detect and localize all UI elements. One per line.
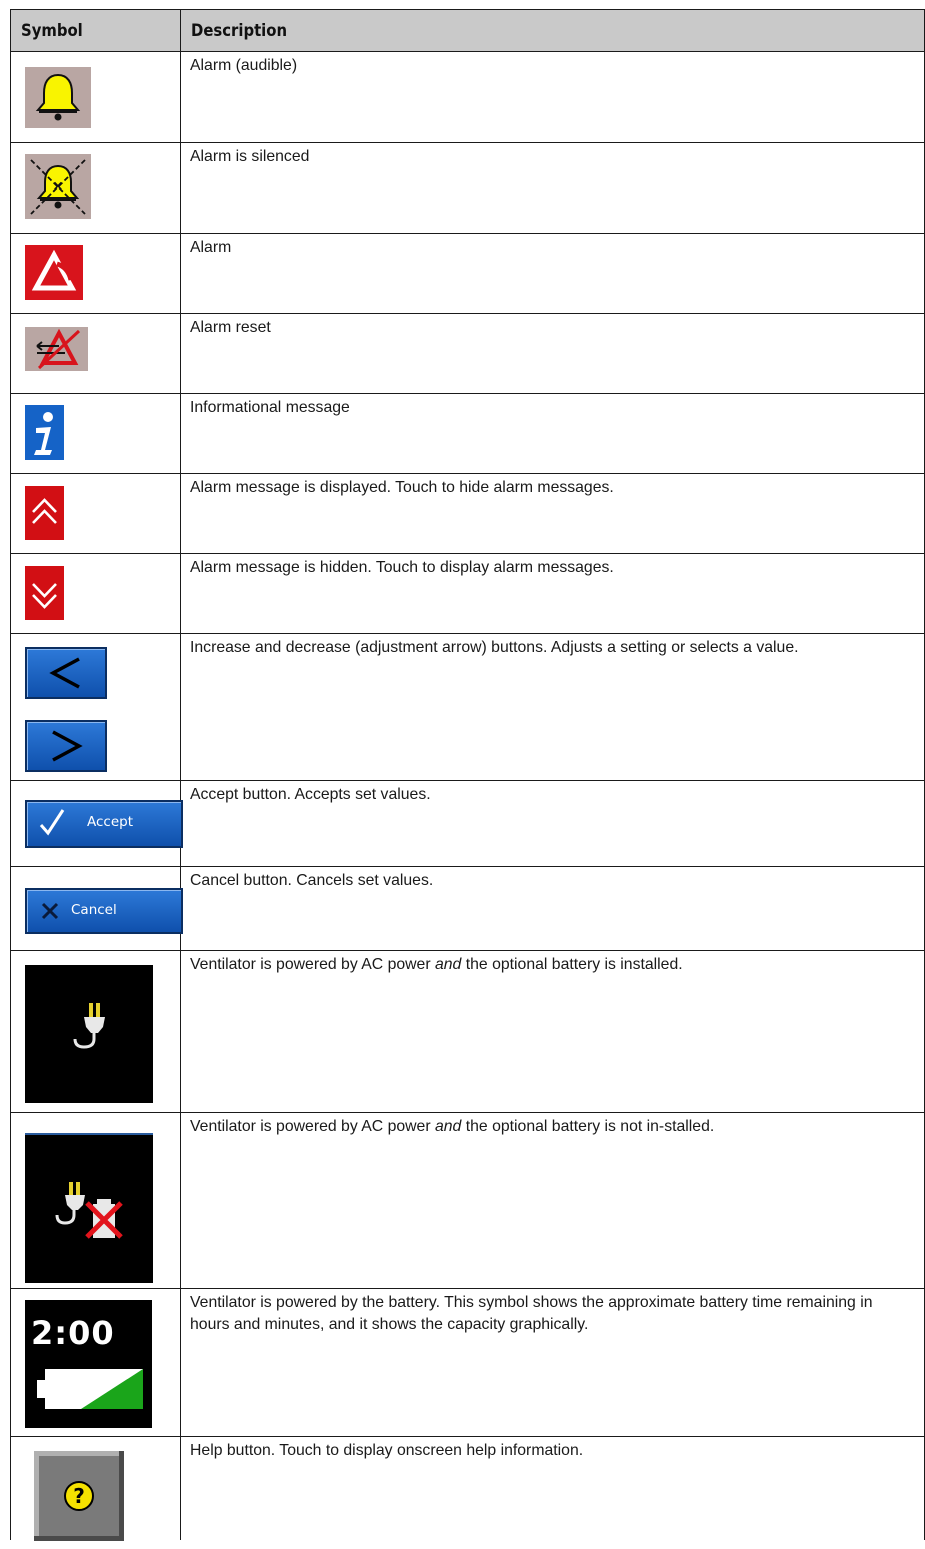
svg-text:?: ? <box>73 1484 85 1508</box>
help-icon: ? <box>34 1451 124 1541</box>
alarm-reset-icon <box>25 327 88 371</box>
svg-text:×: × <box>53 179 64 194</box>
table-header-row: Symbol Description <box>10 9 925 52</box>
chevron-double-down-icon <box>25 566 64 620</box>
header-description: Description <box>180 9 925 52</box>
description-cell: Informational message <box>180 393 925 474</box>
table-row: Alarm <box>10 233 925 314</box>
table-row: ? Help button. Touch to display onscreen… <box>10 1436 925 1541</box>
symbol-cell: ? <box>10 1436 181 1541</box>
symbol-cell: Accept <box>10 780 183 867</box>
description-cell: Increase and decrease (adjustment arrow)… <box>180 633 925 781</box>
table-row: 2:00 Ventilator is powered by the batter… <box>10 1288 925 1437</box>
table-row: Accept Accept button. Accepts set values… <box>10 780 925 867</box>
description-cell: Ventilator is powered by AC power and th… <box>180 1112 925 1289</box>
ac-power-icon <box>25 965 153 1103</box>
description-cell: Ventilator is powered by AC power and th… <box>180 950 925 1113</box>
cancel-button-label: Cancel <box>71 902 117 918</box>
decrease-arrow-button <box>25 647 107 699</box>
header-symbol: Symbol <box>10 9 181 52</box>
table-row: × Alarm is silenced <box>10 142 925 234</box>
table-row: Alarm (audible) <box>10 51 925 143</box>
bell-alarm-audible-icon <box>25 67 91 128</box>
symbol-cell <box>10 950 181 1113</box>
description-cell: Alarm is silenced <box>180 142 925 234</box>
chevron-double-up-icon <box>25 486 64 540</box>
table-row: Ventilator is powered by AC power and th… <box>10 950 925 1113</box>
symbol-cell <box>10 233 181 314</box>
symbol-cell <box>10 633 181 781</box>
symbol-cell <box>10 313 181 394</box>
description-cell: Alarm message is displayed. Touch to hid… <box>180 473 925 554</box>
table-row: Ventilator is powered by AC power and th… <box>10 1112 925 1289</box>
symbol-cell <box>10 393 181 474</box>
description-cell: Alarm message is hidden. Touch to displa… <box>180 553 925 634</box>
description-cell: Accept button. Accepts set values. <box>180 780 925 867</box>
symbol-cell: Cancel <box>10 866 183 951</box>
increase-arrow-button <box>25 720 107 772</box>
description-cell: Ventilator is powered by the battery. Th… <box>180 1288 925 1437</box>
table-row: Alarm message is displayed. Touch to hid… <box>10 473 925 554</box>
table-row: Cancel Cancel button. Cancels set values… <box>10 866 925 951</box>
symbol-cell <box>10 473 181 554</box>
accept-button-icon: Accept <box>25 800 183 848</box>
table-row: Increase and decrease (adjustment arrow)… <box>10 633 925 781</box>
symbol-cell: × <box>10 142 181 234</box>
table-row: Informational message <box>10 393 925 474</box>
accept-button-label: Accept <box>87 814 134 830</box>
alarm-triangle-icon <box>25 245 83 300</box>
ac-power-no-battery-icon <box>25 1133 153 1283</box>
bell-alarm-silenced-icon: × <box>25 154 91 219</box>
symbol-cell <box>10 553 181 634</box>
cancel-button-icon: Cancel <box>25 888 183 934</box>
description-cell: Help button. Touch to display onscreen h… <box>180 1436 925 1540</box>
description-cell: Alarm reset <box>180 313 925 394</box>
description-cell: Alarm (audible) <box>180 51 925 143</box>
symbol-cell <box>10 1112 181 1289</box>
description-cell: Alarm <box>180 233 925 314</box>
symbol-cell: 2:00 <box>10 1288 181 1437</box>
table-row: Alarm message is hidden. Touch to displa… <box>10 553 925 634</box>
battery-power-icon: 2:00 <box>25 1300 152 1428</box>
adjustment-arrows-icon <box>11 634 181 781</box>
symbol-table: Symbol Description Alarm (audible) × Ala… <box>10 9 925 1541</box>
info-icon <box>25 405 64 460</box>
symbol-cell <box>10 51 181 143</box>
description-cell: Cancel button. Cancels set values. <box>180 866 925 951</box>
table-row: Alarm reset <box>10 313 925 394</box>
